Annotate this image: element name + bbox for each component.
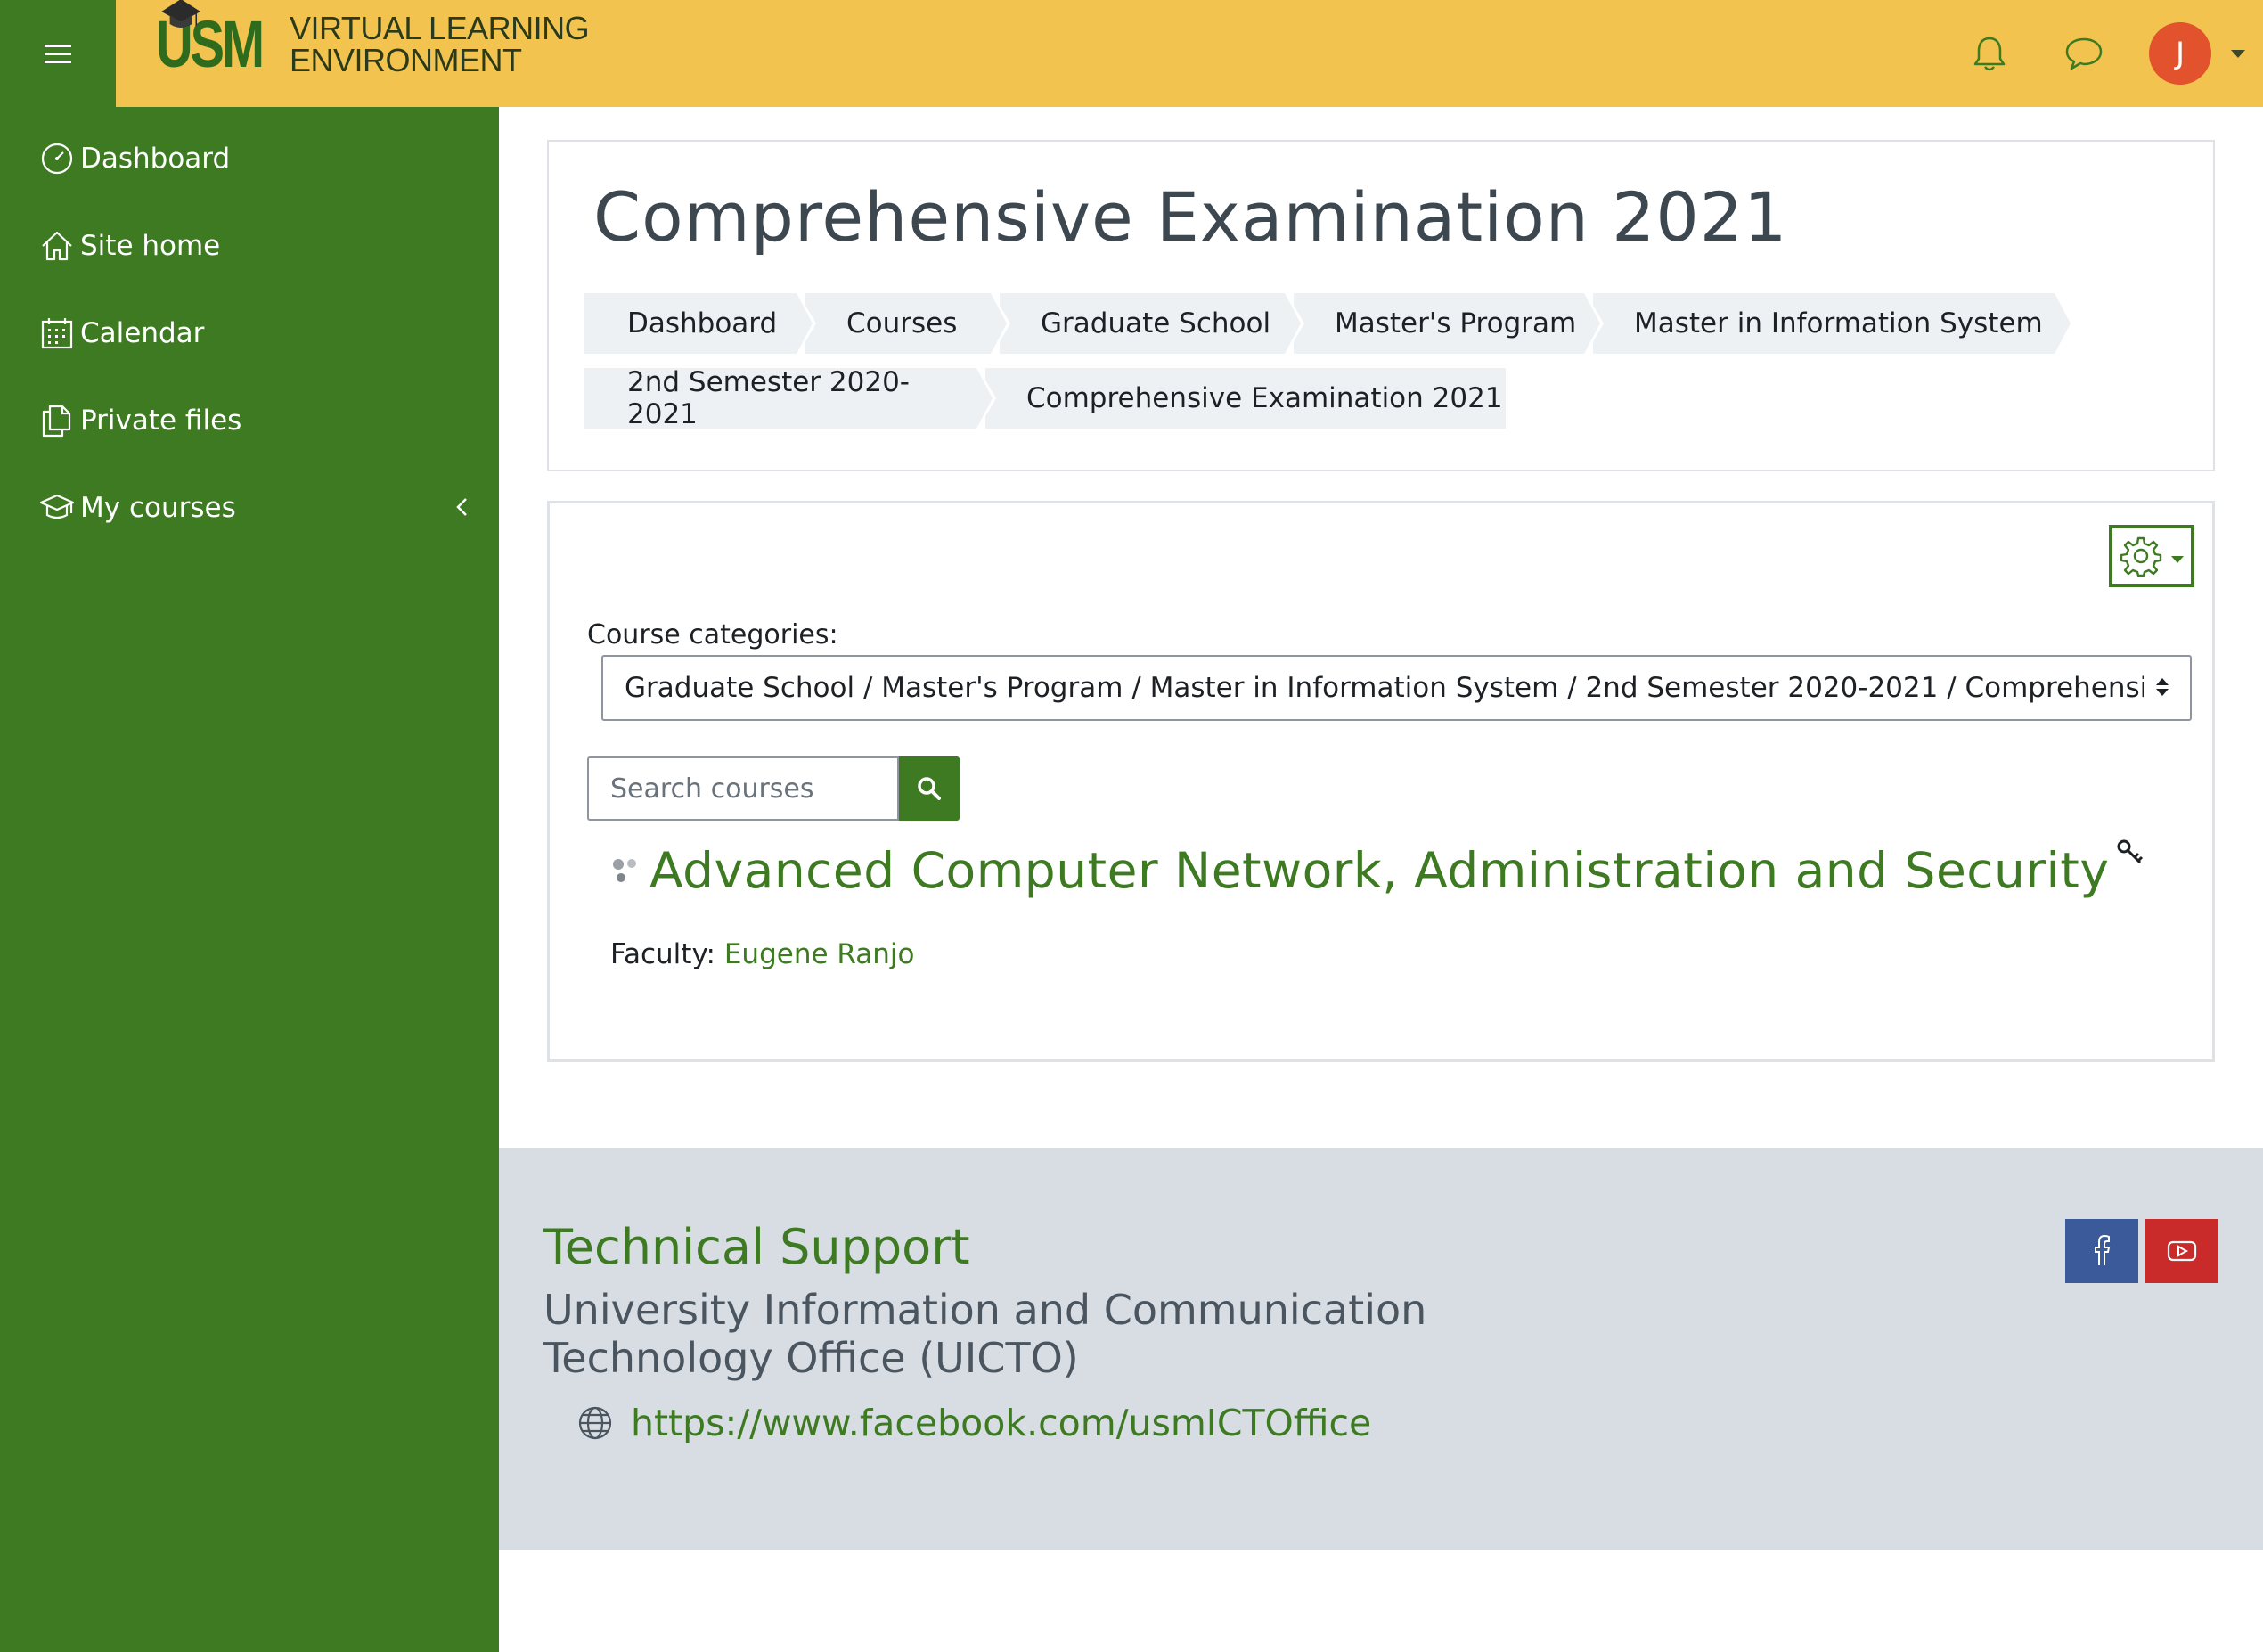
calendar-icon bbox=[41, 318, 73, 349]
sidebar-item-label: Calendar bbox=[80, 317, 205, 349]
youtube-icon bbox=[2167, 1240, 2197, 1262]
gear-icon bbox=[2120, 536, 2162, 577]
site-logo[interactable]: USM VIRTUAL LEARNING ENVIRONMENT bbox=[156, 0, 590, 89]
bell-icon bbox=[1973, 37, 2006, 71]
navbar-actions: J bbox=[1942, 0, 2263, 107]
sidebar-nav: Dashboard Site home Calendar Private fil… bbox=[0, 107, 499, 1652]
page-header: Comprehensive Examination 2021 Dashboard… bbox=[547, 140, 2215, 471]
sidebar-item-label: Private files bbox=[80, 405, 242, 437]
user-avatar[interactable]: J bbox=[2149, 22, 2211, 85]
selected-category: Graduate School / Master's Program / Mas… bbox=[625, 672, 2144, 704]
logo-line-2: ENVIRONMENT bbox=[290, 42, 522, 78]
faculty-label: Faculty: bbox=[610, 938, 715, 970]
graduation-cap-logo-icon bbox=[161, 0, 200, 28]
globe-icon bbox=[578, 1406, 612, 1440]
sidebar-item-calendar[interactable]: Calendar bbox=[39, 307, 476, 360]
logo-usm-text: USM bbox=[156, 0, 265, 78]
logo-title: VIRTUAL LEARNING ENVIRONMENT bbox=[290, 10, 590, 78]
sidebar-item-label: My courses bbox=[80, 492, 236, 524]
sidebar-item-label: Dashboard bbox=[80, 143, 231, 175]
caret-down-icon bbox=[2171, 556, 2184, 563]
faculty-name-link[interactable]: Eugene Ranjo bbox=[724, 938, 915, 970]
files-icon bbox=[42, 405, 71, 438]
sidebar-item-private-files[interactable]: Private files bbox=[39, 394, 476, 447]
search-courses-input[interactable] bbox=[587, 756, 899, 821]
breadcrumb-2nd-semester[interactable]: 2nd Semester 2020-2021 bbox=[584, 366, 996, 430]
breadcrumb-master-in-information-system[interactable]: Master in Information System bbox=[1593, 293, 2071, 354]
home-icon bbox=[42, 231, 72, 261]
facebook-button[interactable] bbox=[2065, 1219, 2138, 1283]
course-title-link[interactable]: Advanced Computer Network, Administratio… bbox=[649, 842, 2109, 899]
technical-support-heading: Technical Support bbox=[543, 1219, 970, 1275]
breadcrumb-dashboard[interactable]: Dashboard bbox=[584, 293, 816, 354]
breadcrumb-graduate-school[interactable]: Graduate School bbox=[1000, 293, 1304, 354]
page-footer: Technical Support University Information… bbox=[499, 1148, 2263, 1550]
user-menu-caret-icon[interactable] bbox=[2231, 49, 2245, 58]
search-icon bbox=[918, 777, 941, 800]
sidebar-item-label: Site home bbox=[80, 230, 221, 262]
graduation-cap-icon bbox=[39, 494, 75, 519]
support-organization: University Information and Communication… bbox=[543, 1286, 1524, 1382]
hamburger-icon bbox=[45, 45, 71, 63]
messages-button[interactable] bbox=[2037, 0, 2131, 107]
sidebar-item-site-home[interactable]: Site home bbox=[39, 219, 476, 273]
course-listing: Advanced Computer Network, Administratio… bbox=[610, 839, 2145, 899]
top-navbar: USM VIRTUAL LEARNING ENVIRONMENT J bbox=[0, 0, 2263, 107]
facebook-page-link[interactable]: https://www.facebook.com/usmICTOffice bbox=[631, 1402, 1371, 1444]
category-settings-button[interactable] bbox=[2109, 525, 2194, 587]
chevron-left-icon[interactable] bbox=[453, 492, 470, 522]
breadcrumb-comprehensive-examination: Comprehensive Examination 2021 bbox=[985, 368, 1506, 429]
course-categories-label: Course categories: bbox=[587, 619, 838, 650]
org-line-2: Technology Office (UICTO) bbox=[543, 1334, 1079, 1382]
breadcrumb-courses[interactable]: Courses bbox=[805, 293, 1010, 354]
select-arrows-icon bbox=[2156, 678, 2169, 696]
youtube-button[interactable] bbox=[2145, 1219, 2218, 1283]
chat-bubble-icon bbox=[2065, 37, 2103, 70]
course-categories-select[interactable]: Graduate School / Master's Program / Mas… bbox=[601, 655, 2192, 721]
facebook-icon bbox=[2095, 1235, 2111, 1265]
dashboard-icon bbox=[41, 143, 73, 175]
course-faculty: Faculty: Eugene Ranjo bbox=[610, 938, 914, 970]
logo-line-1: VIRTUAL LEARNING bbox=[290, 10, 590, 46]
avatar-initial: J bbox=[2175, 36, 2185, 71]
course-bullet-icon bbox=[613, 859, 636, 882]
org-line-1: University Information and Communication bbox=[543, 1286, 1427, 1334]
support-link-row: https://www.facebook.com/usmICTOffice bbox=[577, 1402, 1371, 1444]
sidebar-item-my-courses[interactable]: My courses bbox=[39, 481, 476, 535]
menu-toggle-button[interactable] bbox=[0, 0, 116, 107]
key-icon bbox=[2117, 839, 2144, 864]
notifications-button[interactable] bbox=[1942, 0, 2037, 107]
search-button[interactable] bbox=[899, 756, 960, 821]
page-title: Comprehensive Examination 2021 bbox=[593, 177, 1788, 257]
sidebar-item-dashboard[interactable]: Dashboard bbox=[39, 132, 476, 185]
breadcrumb-masters-program[interactable]: Master's Program bbox=[1294, 293, 1604, 354]
course-category-card: Course categories: Graduate School / Mas… bbox=[547, 501, 2215, 1062]
